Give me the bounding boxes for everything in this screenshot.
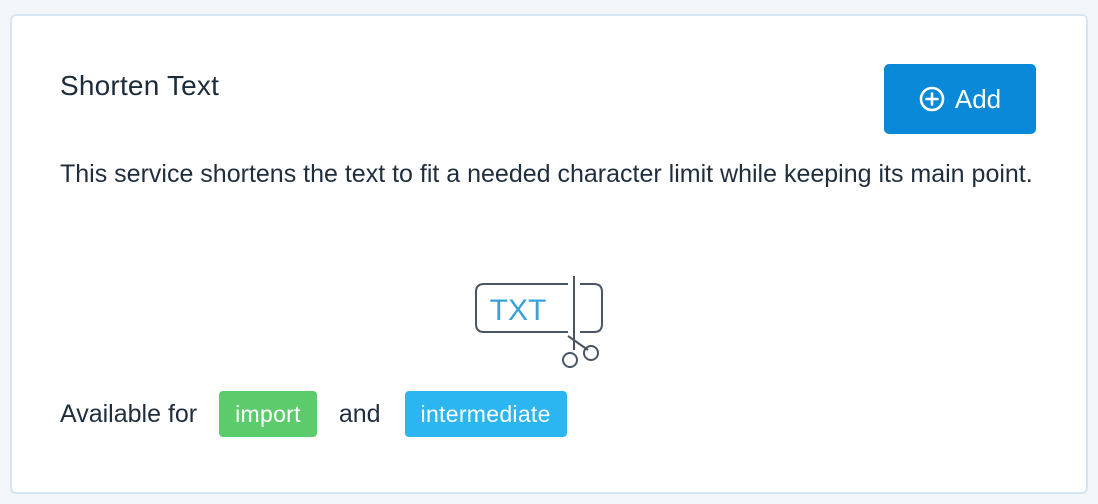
- add-button-label: Add: [954, 83, 1002, 114]
- txt-scissors-icon: TXT: [468, 272, 608, 372]
- illustration-label: TXT: [490, 294, 547, 327]
- service-description: This service shortens the text to fit a …: [60, 160, 1033, 188]
- badge-intermediate: intermediate: [404, 391, 567, 437]
- add-button[interactable]: Add: [884, 64, 1036, 134]
- availability-row: Available for import and intermediate: [60, 390, 567, 438]
- availability-connector: and: [338, 399, 381, 428]
- availability-prefix: Available for: [60, 399, 198, 428]
- service-card: Shorten Text Add This service shortens t…: [10, 14, 1088, 494]
- badge-import: import: [219, 391, 317, 437]
- plus-circle-icon: [919, 86, 945, 112]
- service-title: Shorten Text: [60, 70, 220, 101]
